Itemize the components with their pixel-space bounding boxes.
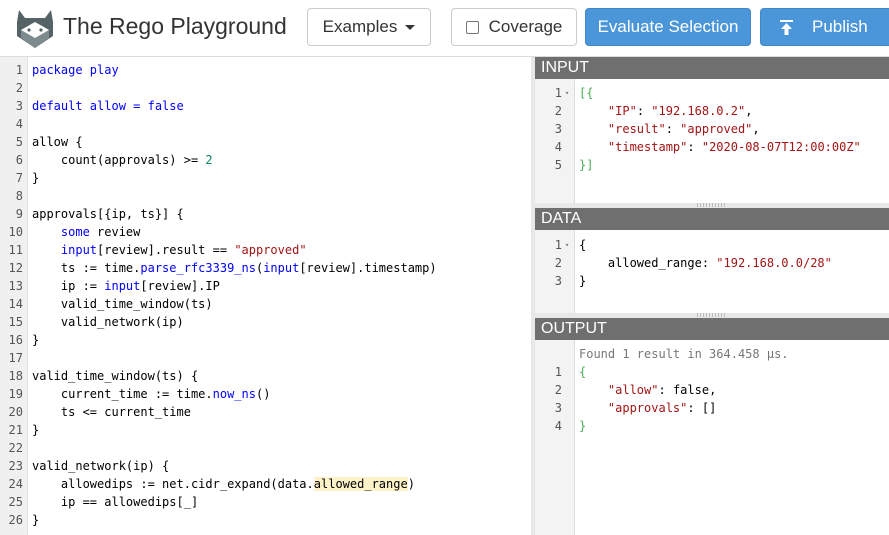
- code-line: 3 default allow = false: [15, 99, 184, 113]
- examples-dropdown-button[interactable]: Examples: [307, 8, 431, 46]
- input-line: 3 "result": "approved",: [554, 122, 760, 136]
- code-line: 18 valid_time_window(ts) {: [8, 369, 199, 383]
- app-title: The Rego Playground: [63, 13, 287, 39]
- code-line: 16}: [8, 333, 40, 347]
- code-line: 10 some review: [8, 225, 141, 239]
- code-line: 6 count(approvals) >= 2: [15, 153, 213, 167]
- evaluate-label: Evaluate Selection: [597, 17, 739, 36]
- result-status: Found 1 result in 364.458 µs.: [579, 347, 789, 361]
- output-line: 2 "allow": false,: [554, 383, 717, 397]
- data-line: 3}: [554, 274, 587, 288]
- data-line: 2 allowed_range: "192.168.0.0/28": [554, 256, 832, 270]
- code-line: 5 allow {: [15, 135, 83, 149]
- opa-logo-icon: [17, 10, 53, 48]
- upload-icon: [780, 19, 793, 35]
- code-line: 2: [15, 81, 23, 95]
- data-panel[interactable]: DATA 1 ▾{ 2 allowed_range: "192.168.0.0/2…: [535, 208, 889, 313]
- code-line: 14 valid_time_window(ts): [8, 297, 213, 311]
- code-line: 22: [8, 441, 23, 455]
- code-line: 20 ts <= current_time: [8, 405, 191, 419]
- code-line: 4: [15, 117, 23, 131]
- input-line: 4 "timestamp": "2020-08-07T12:00:00Z": [554, 140, 861, 154]
- highlighted-token: allowed_range: [313, 477, 408, 491]
- evaluate-selection-button[interactable]: Evaluate Selection: [585, 8, 751, 46]
- code-line: 25 ip == allowedips[_]: [8, 495, 199, 509]
- resize-grip-icon: [697, 203, 727, 207]
- resize-grip-icon: [697, 313, 727, 317]
- app-header: The Rego Playground Examples Coverage Ev…: [0, 0, 889, 57]
- code-line: 11 input[review].result == "approved": [8, 243, 307, 257]
- caret-down-icon: [405, 24, 416, 30]
- publish-label: Publish: [812, 17, 868, 36]
- fold-arrow-icon: ▾: [565, 89, 570, 97]
- coverage-label: Coverage: [488, 17, 563, 36]
- publish-button[interactable]: Publish: [760, 8, 889, 46]
- code-line: 15 valid_network(ip): [8, 315, 184, 329]
- coverage-toggle-button[interactable]: Coverage: [451, 8, 577, 46]
- code-line: 21}: [8, 423, 40, 437]
- output-line: 1{: [554, 365, 587, 379]
- data-panel-title: DATA: [535, 208, 889, 230]
- coverage-checkbox[interactable]: [465, 20, 479, 34]
- code-line: 7}: [15, 171, 40, 185]
- fold-arrow-icon: ▾: [565, 241, 570, 249]
- code-line: 17: [8, 351, 23, 365]
- code-line: 8: [15, 189, 23, 203]
- output-line: 4}: [554, 419, 587, 433]
- input-line: 2 "IP": "192.168.0.2",: [554, 104, 753, 118]
- input-panel-title: INPUT: [535, 57, 889, 79]
- code-line: 26}: [8, 513, 40, 527]
- code-line: 12 ts := time.parse_rfc3339_ns(input[rev…: [8, 261, 437, 275]
- code-line: 9 approvals[{ip, ts}] {: [15, 207, 184, 221]
- input-panel[interactable]: INPUT 1 ▾[{ 2 "IP": "192.168.0.2", 3 "res…: [535, 57, 889, 203]
- input-line: 5}]: [554, 158, 594, 172]
- code-line: 23 valid_network(ip) {: [8, 459, 170, 473]
- code-line: 19 current_time := time.now_ns(): [8, 387, 271, 401]
- output-panel-title: OUTPUT: [535, 318, 889, 340]
- policy-editor[interactable]: 1 package play 2 3 default allow = false 4…: [0, 57, 532, 535]
- data-line: 1 ▾{: [554, 238, 587, 252]
- input-line: 1 ▾[{: [554, 86, 594, 100]
- code-line: 13 ip := input[review].IP: [8, 279, 220, 293]
- examples-label: Examples: [322, 17, 398, 36]
- output-line: 3 "approvals": []: [554, 401, 717, 415]
- output-panel[interactable]: OUTPUT Found 1 result in 364.458 µs. 1{ …: [535, 318, 889, 535]
- code-line: 1 package play: [15, 63, 119, 77]
- code-line: 24 allowedips := net.cidr_expand(data.al…: [8, 477, 415, 491]
